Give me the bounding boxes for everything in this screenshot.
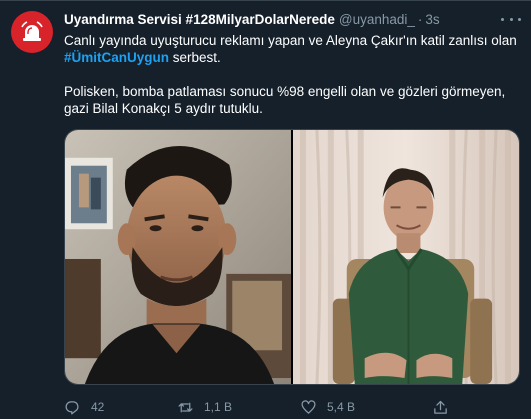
reply-button[interactable]: 42	[64, 399, 104, 416]
author-handle[interactable]: @uyanhadi_	[339, 12, 415, 27]
photo-right[interactable]	[293, 130, 519, 384]
tweet-text: Canlı yayında uyuşturucu reklamı yapan v…	[64, 32, 519, 117]
like-count: 5,4 B	[327, 400, 356, 414]
retweet-count: 1,1 B	[204, 400, 233, 414]
tweet-time[interactable]: 3s	[425, 12, 439, 27]
tweet-actions: 42 1,1 B 5,4 B	[64, 397, 519, 417]
tweet[interactable]: Uyandırma Servisi #128MilyarDolarNerede …	[0, 0, 531, 419]
more-icon[interactable]	[501, 13, 521, 25]
tweet-line-4: gazi Bilal Konakçı 5 aydır tutuklu.	[64, 101, 263, 116]
retweet-icon	[178, 402, 193, 412]
media-grid	[64, 129, 520, 385]
alarm-bell-icon	[21, 21, 43, 41]
tweet-line-1: Canlı yayında uyuşturucu reklamı yapan v…	[64, 33, 517, 48]
share-button[interactable]	[432, 399, 449, 416]
reply-icon	[65, 400, 79, 415]
tweet-line-2-rest: serbest.	[169, 50, 221, 65]
like-button[interactable]: 5,4 B	[300, 399, 355, 416]
tweet-line-2: #ÜmitCanUygun serbest.	[64, 49, 519, 66]
author-name[interactable]: Uyandırma Servisi #128MilyarDolarNerede	[64, 12, 335, 27]
share-icon	[434, 400, 447, 414]
reply-count: 42	[91, 400, 105, 414]
heart-icon	[301, 399, 316, 414]
hashtag-link[interactable]: #ÜmitCanUygun	[64, 50, 169, 65]
avatar[interactable]	[11, 11, 53, 53]
tweet-line-3: Polisken, bomba patlaması sonucu %98 eng…	[64, 84, 506, 99]
tweet-header: Uyandırma Servisi #128MilyarDolarNerede …	[64, 12, 524, 30]
retweet-button[interactable]: 1,1 B	[177, 399, 232, 416]
separator: ·	[417, 12, 423, 27]
photo-left[interactable]	[65, 130, 291, 384]
